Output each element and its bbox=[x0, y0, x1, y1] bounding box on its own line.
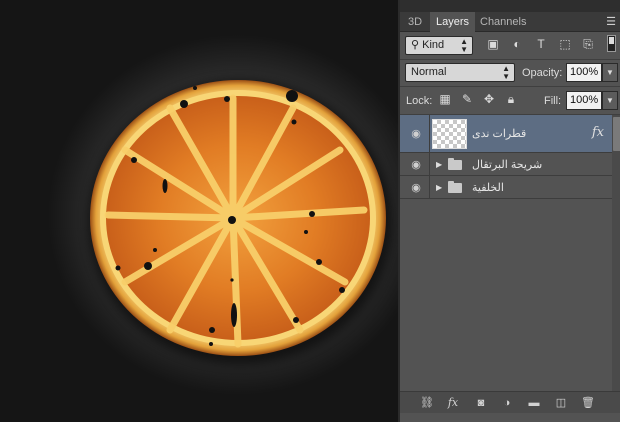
layer-effects-fx-icon[interactable]: fx bbox=[592, 125, 604, 140]
lock-transparent-pixels-icon[interactable]: ▦ bbox=[438, 92, 452, 106]
filter-kind-label: Kind bbox=[422, 39, 445, 51]
divider bbox=[400, 86, 620, 87]
layer-style-fx-icon[interactable]: fx bbox=[446, 396, 460, 410]
new-layer-icon[interactable]: ◫ bbox=[554, 396, 568, 410]
fill-label: Fill: bbox=[544, 95, 562, 107]
type-filter-icon[interactable]: T bbox=[534, 37, 548, 51]
layer-list: ◉ قطرات ندى fx ◉ ▶ شريحة البرتقال ◉ ▶ ال… bbox=[400, 115, 612, 395]
panel-header-strip: » bbox=[400, 0, 620, 12]
orange-slice-artwork bbox=[88, 80, 392, 364]
new-group-icon[interactable]: ▬ bbox=[527, 396, 541, 410]
shape-filter-icon[interactable]: ⬚ bbox=[558, 37, 572, 51]
visibility-eye-icon[interactable]: ◉ bbox=[405, 158, 427, 171]
search-icon: ⚲ bbox=[411, 39, 423, 51]
folder-icon bbox=[448, 181, 462, 193]
lock-image-pixels-icon[interactable]: ✎ bbox=[460, 92, 474, 106]
layer-name[interactable]: شريحة البرتقال bbox=[472, 158, 542, 171]
scrollbar-thumb[interactable] bbox=[613, 117, 620, 151]
image-filter-icon[interactable]: ▣ bbox=[486, 37, 500, 51]
blend-mode-value: Normal bbox=[411, 66, 447, 78]
panel-menu-icon[interactable]: ☰ bbox=[606, 15, 616, 28]
visibility-eye-icon[interactable]: ◉ bbox=[405, 127, 427, 140]
fill-input[interactable]: 100% bbox=[566, 91, 602, 110]
filter-toggle-switch[interactable] bbox=[607, 35, 616, 52]
tab-layers[interactable]: Layers bbox=[430, 12, 476, 32]
adjustment-layer-icon[interactable]: ◑ bbox=[500, 396, 514, 410]
layers-panel: » 3D Layers Channels ☰ ⚲ Kind ▲▼ ▣ ◐ T ⬚… bbox=[398, 0, 620, 422]
layer-thumbnail[interactable] bbox=[432, 119, 467, 149]
blend-mode-select[interactable]: Normal ▲ ▼ bbox=[405, 63, 515, 82]
panel-tab-bar: » 3D Layers Channels ☰ bbox=[400, 0, 620, 32]
select-arrows-icon: ▲ ▼ bbox=[460, 37, 468, 54]
tab-3d[interactable]: 3D bbox=[402, 12, 428, 32]
layer-name[interactable]: الخلفية bbox=[472, 181, 504, 194]
expand-group-icon[interactable]: ▶ bbox=[436, 183, 442, 192]
layer-list-scrollbar[interactable] bbox=[612, 115, 620, 395]
smart-object-filter-icon[interactable]: ⎘ bbox=[581, 37, 595, 51]
lock-label: Lock: bbox=[406, 95, 433, 107]
layers-panel-footer: ⛓ fx ◙ ◑ ▬ ◫ 🗑︎ bbox=[400, 391, 620, 413]
expand-group-icon[interactable]: ▶ bbox=[436, 160, 442, 169]
select-arrows-icon: ▲ ▼ bbox=[502, 64, 510, 81]
lock-all-icon[interactable]: 🔒︎ bbox=[504, 92, 518, 106]
document-canvas[interactable] bbox=[0, 0, 398, 422]
delete-layer-icon[interactable]: 🗑︎ bbox=[581, 396, 595, 410]
filter-kind-select[interactable]: ⚲ Kind ▲ ▼ bbox=[405, 36, 473, 55]
folder-icon bbox=[448, 158, 462, 170]
layer-row-background-group[interactable]: ◉ ▶ الخلفية bbox=[400, 176, 612, 199]
visibility-eye-icon[interactable]: ◉ bbox=[405, 181, 427, 194]
adjustment-filter-icon[interactable]: ◐ bbox=[510, 37, 524, 51]
divider bbox=[400, 59, 620, 60]
link-layers-icon[interactable]: ⛓ bbox=[420, 396, 434, 410]
layer-row-dew-drops[interactable]: ◉ قطرات ندى fx bbox=[400, 115, 612, 153]
opacity-input[interactable]: 100% bbox=[566, 63, 602, 82]
layer-name[interactable]: قطرات ندى bbox=[472, 127, 526, 140]
tab-channels[interactable]: Channels bbox=[474, 12, 532, 32]
opacity-label: Opacity: bbox=[522, 67, 563, 79]
add-mask-icon[interactable]: ◙ bbox=[474, 396, 488, 410]
layer-row-orange-slice-group[interactable]: ◉ ▶ شريحة البرتقال bbox=[400, 153, 612, 176]
lock-position-icon[interactable]: ✥ bbox=[482, 92, 496, 106]
opacity-dropdown-button[interactable]: ▼ bbox=[602, 63, 618, 82]
fill-dropdown-button[interactable]: ▼ bbox=[602, 91, 618, 110]
